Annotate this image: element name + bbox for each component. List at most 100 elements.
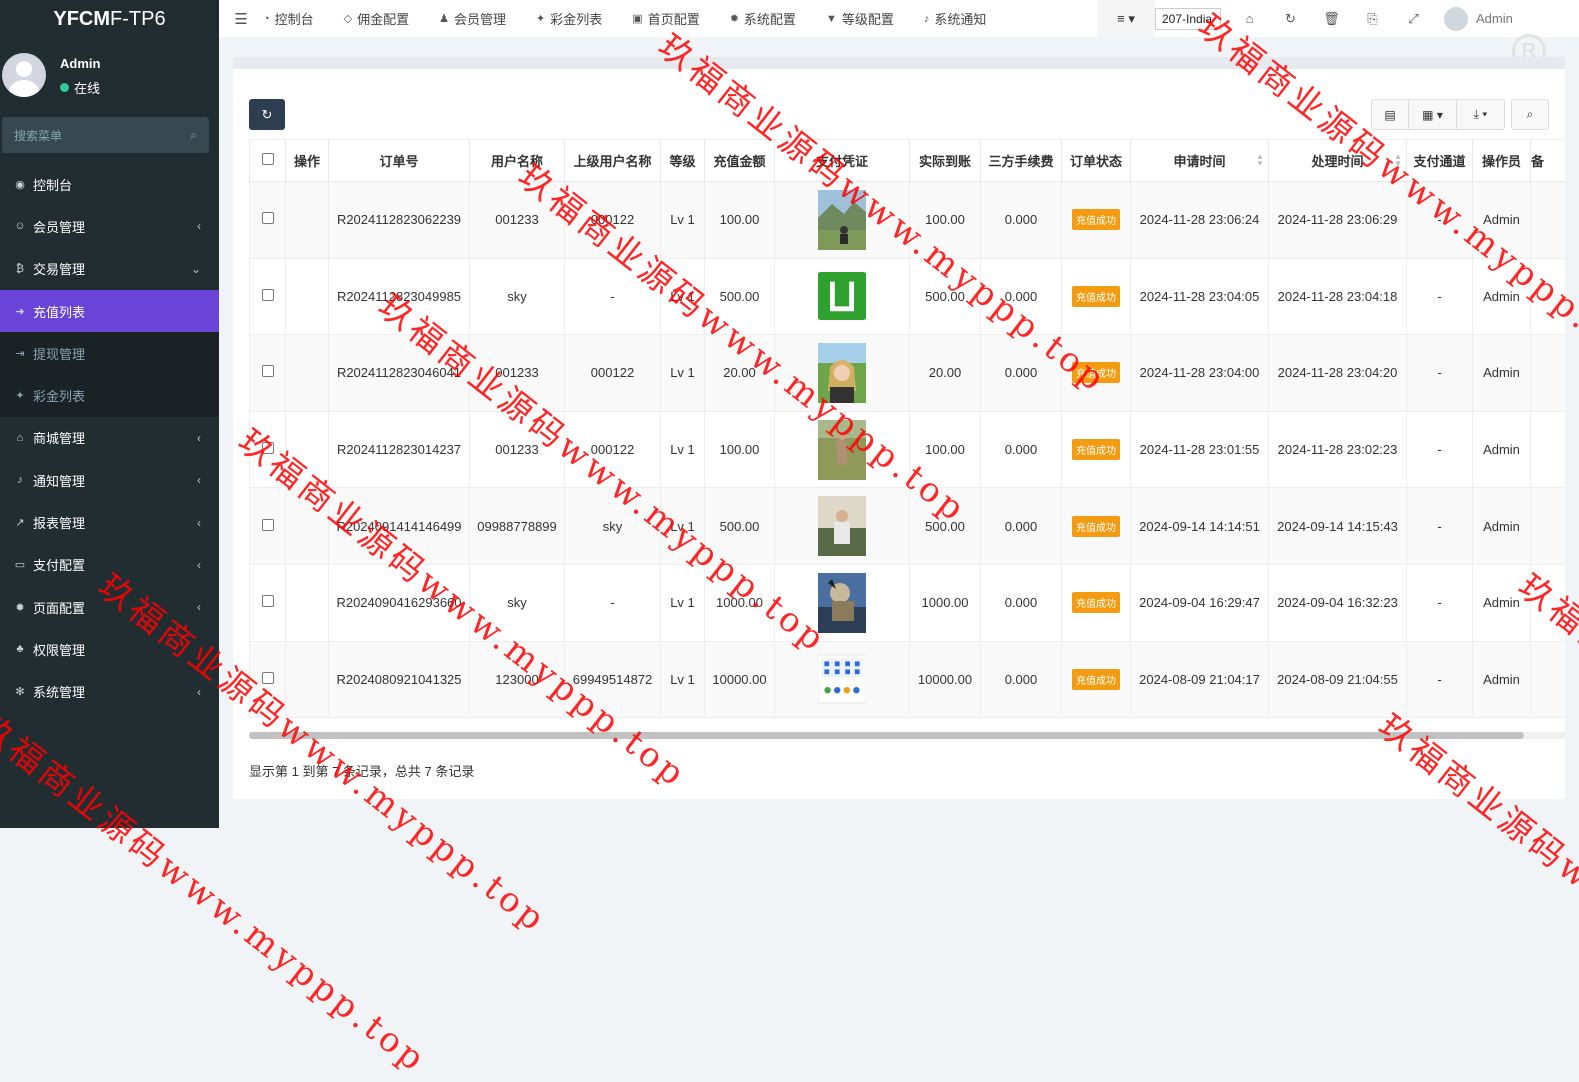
sidebar-item-6[interactable]: ⌂ 商城管理 ‹ — [0, 417, 219, 459]
trash-icon[interactable]: 🗑 — [1311, 11, 1352, 27]
payment-proof-cell — [774, 410, 910, 489]
bitcoin-icon: ₿ — [15, 262, 25, 275]
sidebar-item-12[interactable]: ✻ 系统管理 ‹ — [0, 671, 219, 713]
top-nav-tab-5[interactable]: ✹ 系统配置 — [730, 9, 796, 28]
sidebar-item-label: 会员管理 — [33, 219, 86, 235]
action-cell — [285, 563, 329, 642]
payment-proof-image[interactable] — [818, 266, 866, 326]
refresh-icon[interactable]: ↻ — [1270, 11, 1311, 27]
cell-parent: 000122 — [564, 410, 661, 489]
horizontal-scrollbar[interactable] — [249, 732, 1565, 739]
table-row[interactable]: R2024112823049985 sky - Lv 1 500.00 500.00 0.0… — [249, 257, 1565, 336]
select-all-checkbox[interactable] — [261, 153, 274, 165]
remark-cell — [1530, 487, 1565, 565]
cell-order: R2024112823046041 — [328, 334, 470, 412]
sidebar-item-3[interactable]: ➜ 充值列表 — [0, 289, 219, 333]
home-icon[interactable]: ⌂ — [1229, 11, 1270, 26]
top-nav-tab-2[interactable]: ♟ 会员管理 — [439, 9, 506, 28]
payment-proof-image[interactable] — [818, 496, 866, 557]
sign-in-icon: ➜ — [15, 305, 25, 318]
dashboard-icon: ◉ — [15, 178, 25, 191]
sidebar-item-4[interactable]: ⇥ 提现管理 — [0, 332, 219, 375]
sidebar-item-1[interactable]: ☺ 会员管理 ‹ — [0, 205, 219, 247]
sidebar-item-0[interactable]: ◉ 控制台 — [0, 163, 219, 205]
user-menu[interactable]: Admin — [1444, 6, 1513, 31]
sidebar-item-11[interactable]: ♣ 权限管理 — [0, 628, 219, 670]
row-checkbox[interactable] — [261, 288, 274, 301]
top-nav-tab-3[interactable]: ✦ 彩金列表 — [536, 9, 602, 28]
row-checkbox[interactable] — [261, 671, 274, 684]
table-row[interactable]: R2024080921041325 123000 69949514872 Lv 1 10… — [249, 640, 1565, 719]
row-checkbox[interactable] — [261, 595, 274, 608]
status-badge: 充值成功 — [1072, 439, 1120, 461]
cell-fee: 0.000 — [980, 640, 1062, 719]
sidebar-item-label: 通知管理 — [33, 473, 86, 489]
list-dropdown-button[interactable]: ≡ ▾ — [1097, 0, 1155, 37]
column-header[interactable]: 申请时间 ▲ ▼ — [1130, 139, 1269, 182]
cell-level: Lv 1 — [660, 334, 705, 412]
menu-search-input[interactable]: 搜索菜单 ⌕ — [2, 117, 209, 153]
cell-operator: Admin — [1472, 487, 1531, 565]
payment-proof-image[interactable] — [818, 649, 866, 709]
top-nav-tab-4[interactable]: ▣ 首页配置 — [632, 9, 699, 28]
top-nav-tab-7[interactable]: ♪ 系统通知 — [924, 9, 987, 28]
user-avatar — [1444, 6, 1468, 31]
sidebar-item-7[interactable]: ♪ 通知管理 ‹ — [0, 459, 219, 501]
column-header-label: 支付凭证 — [815, 154, 868, 169]
search-toggle-button[interactable]: ⌕ — [1511, 99, 1549, 130]
column-header[interactable]: 处理时间 ▲ ▼ — [1268, 139, 1407, 182]
sidebar-item-10[interactable]: ✹ 页面配置 ‹ — [0, 586, 219, 628]
row-checkbox[interactable] — [261, 212, 274, 225]
status-cell: 充值成功 — [1061, 410, 1131, 489]
gift-icon: ✦ — [15, 390, 25, 403]
search-icon[interactable]: ⌕ — [190, 128, 197, 143]
payment-proof-image[interactable] — [818, 572, 866, 633]
columns-dropdown-button[interactable]: ▦ ▾ — [1409, 99, 1457, 130]
row-checkbox[interactable] — [261, 518, 274, 531]
table-row[interactable]: R2024090416293660 sky - Lv 1 1000.00 1000.00 0… — [249, 563, 1565, 642]
table-toolbar: ▤ ▦ ▾ ⤓ ▾ ⌕ — [1371, 99, 1549, 130]
payment-proof-image[interactable] — [818, 342, 866, 403]
sidebar-item-label: 权限管理 — [33, 642, 86, 658]
sidebar-item-8[interactable]: ↗ 报表管理 ‹ — [0, 501, 219, 543]
cell-process: 2024-09-04 16:32:23 — [1268, 563, 1407, 642]
sidebar-item-2[interactable]: ₿ 交易管理 ⌄ — [0, 248, 219, 290]
bell-icon: ♪ — [17, 474, 23, 487]
scrollbar-thumb[interactable] — [249, 732, 1524, 739]
top-nav-tab-1[interactable]: ◇ 佣金配置 — [344, 9, 409, 28]
nav-tab-label: 控制台 — [274, 12, 314, 27]
cell-process: 2024-11-28 23:04:20 — [1268, 334, 1407, 412]
sidebar-item-9[interactable]: ▭ 支付配置 ‹ — [0, 544, 219, 586]
status-cell: 充值成功 — [1061, 487, 1131, 565]
sidebar-item-5[interactable]: ✦ 彩金列表 — [0, 374, 219, 417]
column-header: 上级用户名称 — [564, 139, 661, 182]
cell-channel: - — [1406, 257, 1473, 336]
cogs-icon: ✻ — [15, 686, 25, 699]
table-row[interactable]: R2024112823046041 001233 000122 Lv 1 20.00 20… — [249, 334, 1565, 412]
sort-icon[interactable]: ▲ ▼ — [1256, 153, 1264, 168]
top-nav-tab-0[interactable]: ◔ 控制台 — [263, 9, 314, 28]
language-select[interactable]: 207-India — [1155, 7, 1221, 30]
recharge-table: 操作 订单号 用户名称 上级用户名称 等级 充值金额 支付凭证 实际到账 三方手续费 订单状态 申请… — [249, 139, 1565, 719]
table-row[interactable]: R2024112823062239 001233 000122 Lv 1 100.00 1… — [249, 181, 1565, 259]
sort-icon[interactable]: ▲ ▼ — [1394, 153, 1402, 168]
translate-icon[interactable]: ⎘ — [1352, 11, 1393, 27]
menu-toggle-icon[interactable]: ☰ — [219, 10, 263, 28]
card-view-button[interactable]: ▤ — [1371, 99, 1409, 130]
sidebar-item-label: 提现管理 — [33, 346, 86, 362]
row-checkbox[interactable] — [261, 365, 274, 378]
payment-proof-image[interactable] — [818, 189, 866, 250]
sign-out-icon: ⇥ — [15, 347, 25, 360]
action-cell — [285, 181, 329, 259]
payment-proof-cell — [774, 257, 910, 336]
app-logo[interactable]: YFCM F-TP6 — [0, 0, 219, 38]
top-nav-tab-6[interactable]: ▼ 等级配置 — [826, 9, 894, 28]
table-row[interactable]: R2024112823014237 001233 000122 Lv 1 100.00 1… — [249, 410, 1565, 489]
fullscreen-icon[interactable]: ⤢ — [1393, 11, 1434, 27]
payment-proof-image[interactable] — [818, 419, 866, 480]
column-header-label: 等级 — [669, 154, 696, 169]
table-row[interactable]: R2024091414146499 09988778899 sky Lv 1 500.0… — [249, 487, 1565, 565]
table-refresh-button[interactable]: ↻ — [249, 99, 285, 130]
row-checkbox[interactable] — [261, 442, 274, 455]
export-dropdown-button[interactable]: ⤓ ▾ — [1457, 99, 1505, 130]
